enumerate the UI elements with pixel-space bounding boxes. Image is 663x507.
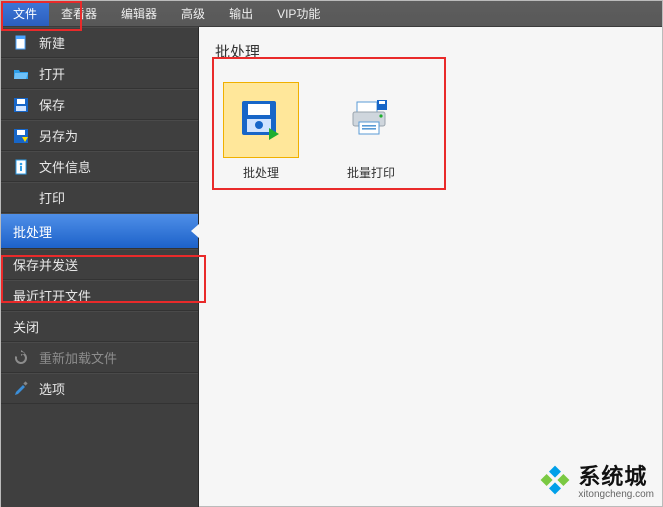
menu-viewer[interactable]: 查看器 [49,1,109,26]
folder-open-icon [13,66,29,82]
sidebar-item-recent[interactable]: 最近打开文件 [1,280,198,311]
batch-print-icon [349,98,393,142]
sidebar-item-new[interactable]: 新建 [1,27,198,58]
tile-label: 批量打印 [331,164,411,181]
save-icon [13,97,29,113]
sidebar-item-label: 最近打开文件 [13,286,91,305]
sidebar-item-label: 打开 [39,64,65,83]
tile-batch[interactable]: 批处理 [221,82,301,181]
tile-batch-print[interactable]: 批量打印 [331,82,411,181]
menu-editor[interactable]: 编辑器 [109,1,169,26]
menubar: 文件 查看器 编辑器 高级 输出 VIP功能 [1,1,662,27]
print-icon [13,190,29,206]
sidebar-item-label: 选项 [39,379,65,398]
content-title: 批处理 [215,41,646,62]
watermark-subtitle: xitongcheng.com [578,489,654,500]
sidebar-item-label: 打印 [39,188,65,207]
sidebar-item-options[interactable]: 选项 [1,373,198,404]
reload-icon [13,350,29,366]
sidebar-item-fileinfo[interactable]: 文件信息 [1,151,198,182]
batch-save-icon [239,98,283,142]
tile-label: 批处理 [221,164,301,181]
file-new-icon [13,35,29,51]
sidebar-item-label: 保存 [39,95,65,114]
menu-vip[interactable]: VIP功能 [265,1,332,26]
sidebar-item-label: 保存并发送 [13,255,78,274]
sidebar-item-label: 文件信息 [39,157,91,176]
sidebar-item-label: 新建 [39,33,65,52]
sidebar-item-save-send[interactable]: 保存并发送 [1,249,198,280]
sidebar-item-reload: 重新加载文件 [1,342,198,373]
sidebar-item-open[interactable]: 打开 [1,58,198,89]
tile-row: 批处理 批量打印 [215,72,646,191]
file-info-icon [13,159,29,175]
save-as-icon [13,128,29,144]
watermark-logo-icon [538,463,572,497]
sidebar-item-batch[interactable]: 批处理 [1,213,198,249]
sidebar-item-label: 批处理 [13,222,52,241]
watermark: 系统城 xitongcheng.com [538,459,654,500]
content-pane: 批处理 批处理 [199,27,662,506]
menu-file[interactable]: 文件 [1,1,49,26]
sidebar-item-label: 关闭 [13,317,39,336]
file-menu-panel: 新建 打开 保存 另存为 文件信息 打印 批处理 保存并发送 最近打开文件 [1,27,199,507]
options-icon [13,381,29,397]
menu-advanced[interactable]: 高级 [169,1,217,26]
sidebar-item-label: 重新加载文件 [39,348,117,367]
sidebar-item-close[interactable]: 关闭 [1,311,198,342]
menu-output[interactable]: 输出 [217,1,265,26]
sidebar-item-label: 另存为 [39,126,78,145]
watermark-title: 系统城 [578,459,654,491]
sidebar-item-save-as[interactable]: 另存为 [1,120,198,151]
sidebar-item-print[interactable]: 打印 [1,182,198,213]
sidebar-item-save[interactable]: 保存 [1,89,198,120]
